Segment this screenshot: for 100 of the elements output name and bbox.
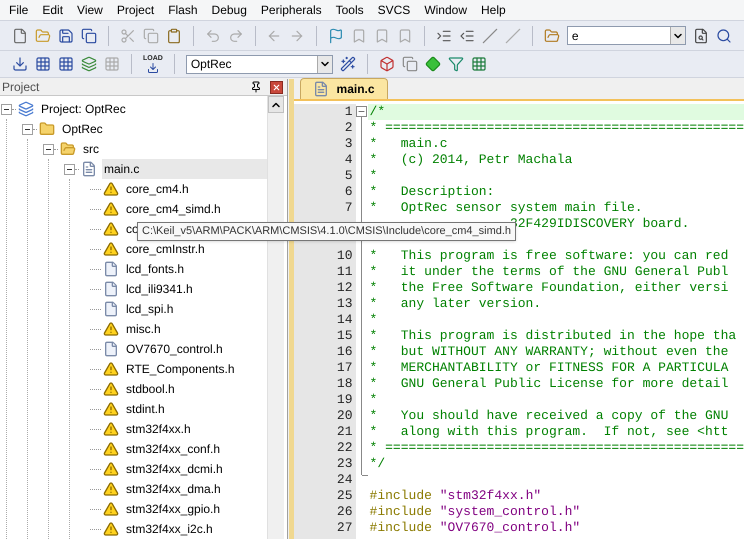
line-number: 1 xyxy=(344,104,353,120)
code-line: * along with this program. If not, see <htt xyxy=(368,424,730,440)
line-number: 16 xyxy=(336,344,353,360)
menu-item[interactable]: View xyxy=(70,1,110,19)
code-line: */ xyxy=(368,456,386,472)
code-line: #include "OV7670_control.h" xyxy=(368,520,582,536)
code-line: * (c) 2014, Petr Machala xyxy=(368,152,574,168)
editor-tab[interactable]: main.c xyxy=(300,78,388,99)
tree-item-label[interactable]: Project: OptRec xyxy=(39,99,267,119)
tree-item-label[interactable]: stm32f4xx_gpio.h xyxy=(124,499,267,519)
line-number: 19 xyxy=(336,392,353,408)
code-line: #include "stm32f4xx.h" xyxy=(368,488,542,504)
line-number: 18 xyxy=(336,376,353,392)
tree-item-label[interactable]: stm32f4xx_conf.h xyxy=(124,439,267,459)
menu-item[interactable]: Tools xyxy=(328,1,371,19)
line-number: 17 xyxy=(336,360,353,376)
tree-item-label[interactable]: OptRec xyxy=(60,119,267,139)
menu-item[interactable]: Debug xyxy=(204,1,254,19)
line-number: 25 xyxy=(336,488,353,504)
save-icon[interactable] xyxy=(58,28,74,44)
collapse-toggle[interactable] xyxy=(22,124,33,134)
target-combo[interactable]: OptRec xyxy=(186,54,333,74)
tree-item-label[interactable]: stm32f4xx_i2c.h xyxy=(124,519,267,539)
tree-item-label[interactable]: stdint.h xyxy=(124,399,267,419)
pin-icon[interactable] xyxy=(250,81,262,93)
tree-item-label[interactable]: stm32f4xx.h xyxy=(124,419,267,439)
line-number: 10 xyxy=(336,248,353,264)
search-icon[interactable] xyxy=(716,28,732,44)
collapse-toggle[interactable] xyxy=(64,164,75,174)
code-line: * GNU General Public License for more detail xyxy=(368,376,730,392)
tree-item-label[interactable]: RTE_Components.h xyxy=(124,359,267,379)
line-number: 22 xyxy=(336,440,353,456)
tree-item-label[interactable]: core_cmInstr.h xyxy=(124,239,267,259)
paste-icon[interactable] xyxy=(166,28,182,44)
collapse-toggle[interactable] xyxy=(1,104,12,114)
tree-item-label[interactable]: OV7670_control.h xyxy=(124,339,267,359)
new-file-icon[interactable] xyxy=(12,28,28,44)
folder-icon xyxy=(60,141,76,157)
tree-item-label[interactable]: main.c xyxy=(102,159,267,179)
outdent-icon[interactable] xyxy=(459,28,476,44)
tree-item-label[interactable]: lcd_fonts.h xyxy=(124,259,267,279)
tree-item-label[interactable]: core_cm4_simd.h xyxy=(124,199,267,219)
find-icon[interactable] xyxy=(692,28,709,44)
menu-item[interactable]: Peripherals xyxy=(254,1,329,19)
code-line: * it under the terms of the GNU General Publ xyxy=(368,264,730,280)
line-number: 11 xyxy=(336,264,353,280)
line-number: 20 xyxy=(336,408,353,424)
line-number: 4 xyxy=(344,152,353,168)
close-button[interactable] xyxy=(270,80,283,94)
funnel-icon[interactable] xyxy=(448,56,464,72)
fold-toggle[interactable] xyxy=(356,106,368,117)
code-line: #include "system_control.h" xyxy=(368,504,582,520)
panel-title: Project xyxy=(2,79,40,96)
file-icon xyxy=(81,161,97,177)
file-icon xyxy=(312,81,329,97)
line-number: 24 xyxy=(336,472,353,488)
windows-icon[interactable] xyxy=(402,56,418,72)
tree-item-label[interactable]: stdbool.h xyxy=(124,379,267,399)
menu-item[interactable]: Flash xyxy=(161,1,205,19)
line-number: 13 xyxy=(336,296,353,312)
menu-item[interactable]: Help xyxy=(474,1,513,19)
menu-item[interactable]: Project xyxy=(110,1,162,19)
line-number: 14 xyxy=(336,312,353,328)
line-number: 3 xyxy=(344,136,353,152)
project-icon xyxy=(18,101,34,117)
tree-item-label[interactable]: stm32f4xx_dcmi.h xyxy=(124,459,267,479)
code-line: * xyxy=(368,392,378,408)
tree-item-label[interactable]: misc.h xyxy=(124,319,267,339)
magic-wand-icon[interactable] xyxy=(340,56,356,72)
tree-item-label[interactable]: core_cm4.h xyxy=(124,179,267,199)
line-number: 5 xyxy=(344,168,353,184)
tree-item-label[interactable]: lcd_spi.h xyxy=(124,299,267,319)
menu-item[interactable]: SVCS xyxy=(370,1,418,19)
code-line: * xyxy=(368,168,378,184)
code-line: * This program is free software: you can red xyxy=(368,248,730,264)
collapse-toggle[interactable] xyxy=(43,144,54,154)
code-line: * main.c xyxy=(368,136,449,152)
flag-icon[interactable] xyxy=(328,28,344,44)
indent-icon[interactable] xyxy=(436,28,452,44)
menu-item[interactable]: Edit xyxy=(35,1,70,19)
line-number: 26 xyxy=(336,504,353,520)
code-line: * the Free Software Foundation, either versi xyxy=(368,280,730,296)
code-line: * any later version. xyxy=(368,296,542,312)
tree-item-label[interactable]: stm32f4xx_dma.h xyxy=(124,479,267,499)
line-number: 12 xyxy=(336,280,353,296)
download-arrow-icon xyxy=(146,62,159,74)
code-line: * Description: xyxy=(368,184,496,200)
find-combo[interactable]: e xyxy=(566,26,686,45)
tooltip: C:\Keil_v5\ARM\PACK\ARM\CMSIS\4.1.0\CMSIS\Include\core_cm4_simd.h xyxy=(137,222,516,241)
menu-item[interactable]: File xyxy=(2,1,36,19)
line-number: 6 xyxy=(344,184,353,200)
code-line: * MERCHANTABILITY or FITNESS FOR A PARTICULA xyxy=(368,360,730,376)
line-number: 7 xyxy=(344,200,353,216)
line-number: 27 xyxy=(336,520,353,536)
diamond-icon[interactable] xyxy=(424,56,441,72)
grid-icon[interactable] xyxy=(470,56,487,72)
tree-item-label[interactable]: src xyxy=(81,139,267,159)
menu-item[interactable]: Window xyxy=(417,1,474,19)
code-line: * ============================================== xyxy=(368,120,744,136)
tree-item-label[interactable]: lcd_ili9341.h xyxy=(124,279,267,299)
